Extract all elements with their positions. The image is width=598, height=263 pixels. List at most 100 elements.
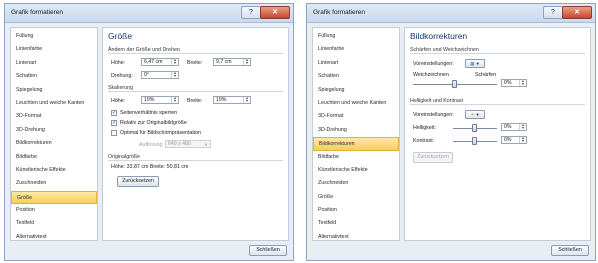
relative-size-label: Relativ zur Originalbildgröße (120, 120, 187, 126)
nav-item-zuschneiden[interactable]: Zuschneiden (313, 177, 399, 190)
nav-item-zuschneiden[interactable]: Zuschneiden (11, 177, 97, 190)
nav-item-alternativtext[interactable]: Alternativtext (313, 231, 399, 244)
sharpen-label: Schärfen (475, 72, 497, 78)
rotation-input[interactable]: 0° ▲ ▼ (141, 71, 179, 79)
resolution-label: Auflösung (139, 142, 163, 148)
resolution-select[interactable]: 640 x 480 ▼ (165, 140, 211, 148)
help-button[interactable]: ? (543, 6, 563, 19)
scale-height-spinner[interactable]: ▲ ▼ (171, 96, 178, 103)
contrast-slider-thumb[interactable] (472, 137, 477, 145)
width-label: Breite: (187, 60, 203, 66)
sharpen-presets-dropdown[interactable]: ▦ ▼ (465, 59, 485, 68)
sharpen-presets-label: Voreinstellungen: (413, 61, 454, 67)
relative-size-checkbox[interactable]: ✓ (111, 120, 117, 126)
close-button[interactable]: Schließen (551, 245, 589, 256)
nav-item-leuchten[interactable]: Leuchten und weiche Kanten (11, 97, 97, 110)
contrast-value: 0% (504, 137, 512, 143)
format-picture-dialog-size: Grafik formatieren ? ✕ Füllung Linienfar… (4, 3, 294, 261)
title-bar[interactable]: Grafik formatieren ? ✕ (307, 4, 595, 23)
scale-width-spinner[interactable]: ▲ ▼ (243, 96, 250, 103)
nav-item-position[interactable]: Position (11, 204, 97, 217)
nav-item-linienfarbe[interactable]: Linienfarbe (11, 43, 97, 56)
width-input[interactable]: 9,7 cm ▲ ▼ (213, 58, 251, 66)
nav-item-schatten[interactable]: Schatten (11, 70, 97, 83)
chevron-down-icon: ▼ (475, 112, 480, 117)
brightness-value: 0% (504, 124, 512, 130)
nav-item-alternativtext[interactable]: Alternativtext (11, 231, 97, 244)
chevron-down-icon: ▼ (204, 142, 208, 147)
nav-item-linienfarbe[interactable]: Linienfarbe (313, 43, 399, 56)
close-window-button[interactable]: ✕ (562, 6, 592, 19)
nav-item-groesse[interactable]: Größe (313, 191, 399, 204)
sharpen-input[interactable]: 0% ▲ ▼ (501, 79, 527, 87)
height-value: 6,47 cm (144, 59, 163, 65)
lock-aspect-checkbox[interactable]: ✓ (111, 110, 117, 116)
brightness-label: Helligkeit: (413, 125, 436, 131)
brightness-presets-label: Voreinstellungen: (413, 112, 454, 118)
nav-item-linienart[interactable]: Linienart (11, 57, 97, 70)
scale-width-value: 19% (216, 97, 227, 103)
rotation-spinner[interactable]: ▲ ▼ (171, 71, 178, 78)
close-button[interactable]: Schließen (249, 245, 287, 256)
category-nav: Füllung Linienfarbe Linienart Schatten S… (10, 27, 98, 241)
resolution-value: 640 x 480 (168, 141, 191, 147)
nav-item-fuellung[interactable]: Füllung (313, 30, 399, 43)
nav-item-3d-drehung[interactable]: 3D-Drehung (11, 124, 97, 137)
original-size-text: Höhe: 33,87 cm Breite: 50,81 cm (111, 164, 189, 170)
nav-item-schatten[interactable]: Schatten (313, 70, 399, 83)
nav-item-textfeld[interactable]: Textfeld (313, 217, 399, 230)
brightness-presets-dropdown[interactable]: ☀ ▼ (465, 110, 485, 119)
nav-item-3d-format[interactable]: 3D-Format (313, 110, 399, 123)
close-window-button[interactable]: ✕ (260, 6, 290, 19)
help-button[interactable]: ? (241, 6, 261, 19)
nav-item-kuenstlerische-effekte[interactable]: Künstlerische Effekte (11, 164, 97, 177)
nav-item-fuellung[interactable]: Füllung (11, 30, 97, 43)
scale-height-value: 19% (144, 97, 155, 103)
width-value: 9,7 cm (216, 59, 232, 65)
nav-item-bildfarbe[interactable]: Bildfarbe (313, 151, 399, 164)
scale-height-input[interactable]: 19% ▲ ▼ (141, 96, 179, 104)
section-divider (108, 53, 283, 54)
nav-item-3d-format[interactable]: 3D-Format (11, 110, 97, 123)
nav-item-textfeld[interactable]: Textfeld (11, 217, 97, 230)
section-divider (410, 53, 585, 54)
nav-item-spiegelung[interactable]: Spiegelung (313, 84, 399, 97)
height-label: Höhe: (111, 60, 126, 66)
nav-item-linienart[interactable]: Linienart (313, 57, 399, 70)
scale-width-input[interactable]: 19% ▲ ▼ (213, 96, 251, 104)
nav-item-bildfarbe[interactable]: Bildfarbe (11, 151, 97, 164)
height-spinner[interactable]: ▲ ▼ (171, 58, 178, 65)
height-input[interactable]: 6,47 cm ▲ ▼ (141, 58, 179, 66)
contrast-input[interactable]: 0% ▲ ▼ (501, 136, 527, 144)
brightness-input[interactable]: 0% ▲ ▼ (501, 123, 527, 131)
nav-item-leuchten[interactable]: Leuchten und weiche Kanten (313, 97, 399, 110)
width-spinner[interactable]: ▲ ▼ (243, 58, 250, 65)
lock-aspect-label: Seitenverhältnis sperren (120, 110, 178, 116)
sharpen-spinner[interactable]: ▲ ▼ (519, 79, 526, 86)
brightness-spinner[interactable]: ▲ ▼ (519, 123, 526, 130)
dialog-title: Grafik formatieren (11, 9, 64, 16)
size-panel: Größe Ändern der Größe und Drehen Höhe: … (102, 27, 289, 241)
reset-button[interactable]: Zurücksetzen (413, 152, 453, 163)
title-bar[interactable]: Grafik formatieren ? ✕ (5, 4, 293, 23)
category-nav: Füllung Linienfarbe Linienart Schatten S… (312, 27, 400, 241)
nav-item-bildkorrekturen[interactable]: Bildkorrekturen (313, 137, 399, 151)
brightness-slider-thumb[interactable] (472, 124, 477, 132)
sharpen-value: 0% (504, 80, 512, 86)
brightness-preset-icon: ☀ (470, 112, 475, 117)
dialog-title: Grafik formatieren (313, 9, 366, 16)
format-picture-dialog-corrections: Grafik formatieren ? ✕ Füllung Linienfar… (306, 3, 596, 261)
contrast-spinner[interactable]: ▲ ▼ (519, 136, 526, 143)
rotation-value: 0° (144, 72, 149, 78)
optimal-presentation-checkbox[interactable] (111, 130, 117, 136)
reset-button[interactable]: Zurücksetzen (117, 176, 159, 187)
sharpen-slider-thumb[interactable] (452, 80, 457, 88)
scale-height-label: Höhe: (111, 98, 126, 104)
nav-item-kuenstlerische-effekte[interactable]: Künstlerische Effekte (313, 164, 399, 177)
nav-item-groesse[interactable]: Größe (11, 190, 97, 205)
nav-item-spiegelung[interactable]: Spiegelung (11, 84, 97, 97)
section-divider (410, 104, 585, 105)
nav-item-3d-drehung[interactable]: 3D-Drehung (313, 124, 399, 137)
nav-item-bildkorrekturen[interactable]: Bildkorrekturen (11, 137, 97, 150)
nav-item-position[interactable]: Position (313, 204, 399, 217)
